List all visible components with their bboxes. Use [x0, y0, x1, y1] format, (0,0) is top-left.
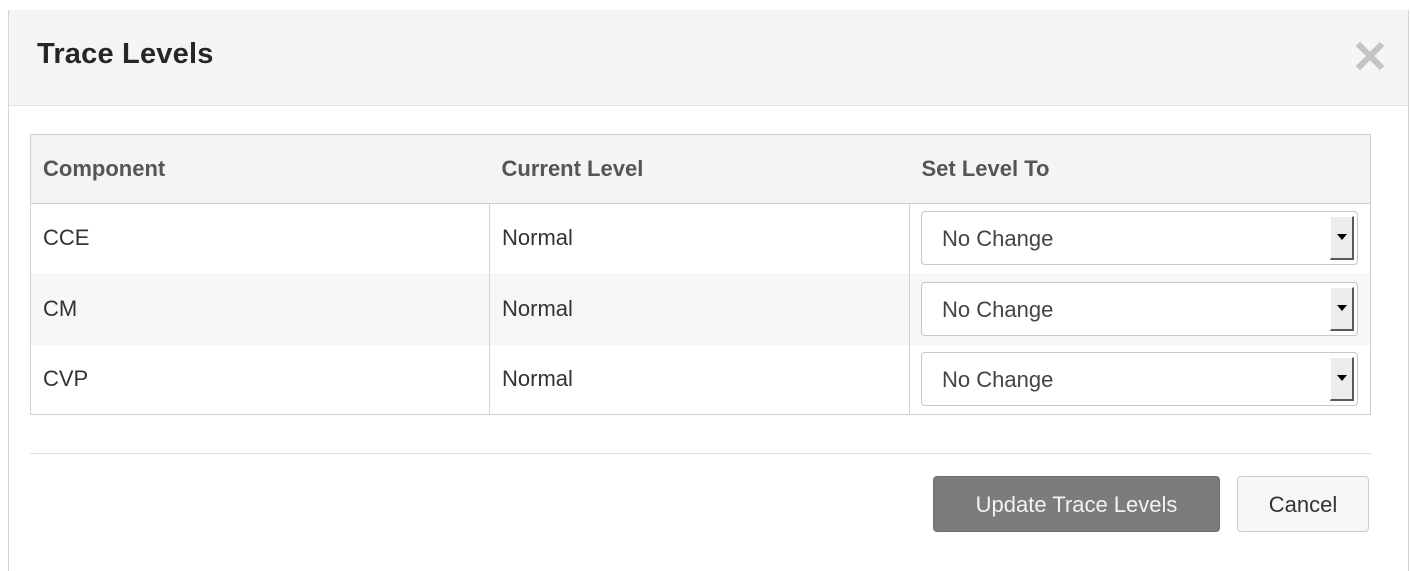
set-level-cell: No Change — [909, 203, 1371, 273]
table-row: CM Normal No Change — [30, 272, 1371, 345]
table-header-row: Component Current Level Set Level To — [30, 134, 1371, 204]
column-header-current-level: Current Level — [489, 134, 910, 204]
set-level-select[interactable]: No Change — [921, 281, 1358, 336]
trace-levels-table: Component Current Level Set Level To CCE… — [30, 134, 1371, 415]
cancel-button[interactable]: Cancel — [1237, 476, 1369, 532]
column-header-set-level-to: Set Level To — [909, 134, 1371, 204]
current-level-cell: Normal — [489, 272, 910, 345]
component-cell: CVP — [30, 344, 490, 415]
dropdown-arrow-icon[interactable] — [1330, 357, 1354, 402]
select-value: No Change — [942, 367, 1054, 393]
set-level-select[interactable]: No Change — [921, 211, 1358, 266]
current-level-cell: Normal — [489, 203, 910, 273]
current-level-cell: Normal — [489, 344, 910, 415]
component-cell: CCE — [30, 203, 490, 273]
dropdown-arrow-icon[interactable] — [1330, 286, 1354, 331]
set-level-cell: No Change — [909, 272, 1371, 345]
select-value: No Change — [942, 296, 1054, 322]
component-cell: CM — [30, 272, 490, 345]
footer-divider — [30, 453, 1371, 454]
select-value: No Change — [942, 226, 1054, 252]
dialog-header: Trace Levels — [9, 10, 1408, 106]
dropdown-arrow-icon[interactable] — [1330, 216, 1354, 261]
set-level-cell: No Change — [909, 344, 1371, 415]
table-row: CVP Normal No Change — [30, 344, 1371, 415]
table-row: CCE Normal No Change — [30, 203, 1371, 273]
set-level-select[interactable]: No Change — [921, 352, 1358, 407]
close-icon[interactable] — [1354, 40, 1386, 72]
dialog-title: Trace Levels — [37, 38, 214, 70]
column-header-component: Component — [30, 134, 490, 204]
update-trace-levels-button[interactable]: Update Trace Levels — [933, 476, 1220, 532]
